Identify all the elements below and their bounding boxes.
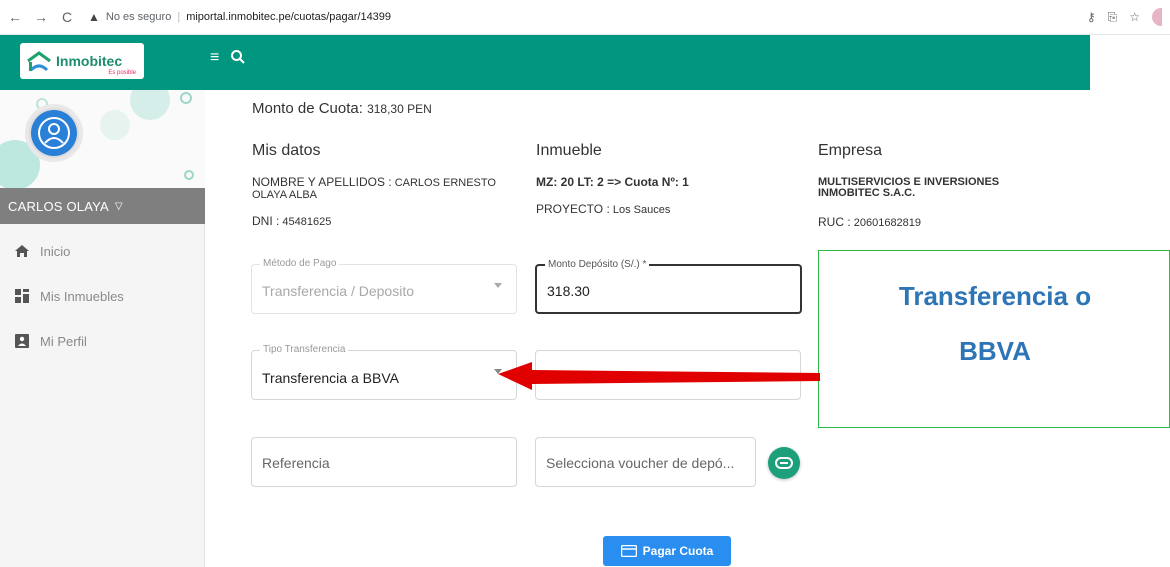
credit-card-icon <box>620 545 637 557</box>
dni-line: DNI : 45481625 <box>252 215 331 228</box>
sidebar-item-label: Inicio <box>40 243 71 259</box>
key-icon[interactable]: ⚷ <box>1087 10 1096 24</box>
chevron-down-icon: ▽ <box>114 200 123 212</box>
search-icon[interactable] <box>230 49 246 65</box>
deco-bubble <box>184 170 194 180</box>
lote-cuota: MZ: 20 LT: 2 => Cuota Nº: 1 <box>536 175 689 189</box>
brand-tagline: Es posible <box>108 70 136 76</box>
brand-name: Inmobitec <box>56 53 123 69</box>
menu-icon[interactable]: ≡ <box>210 50 224 66</box>
deco-bubble <box>130 90 170 120</box>
voucher-input[interactable]: Selecciona voucher de depó... <box>535 437 756 487</box>
tipo-transferencia-label: Tipo Transferencia <box>260 344 349 355</box>
warning-icon: ▲ <box>88 10 100 24</box>
back-icon[interactable]: ← <box>4 6 26 28</box>
grid-icon <box>14 288 30 304</box>
app-header: Inmobitec Es posible ≡ <box>0 35 1090 90</box>
empresa-name-2: INMOBITEC S.A.C. <box>818 187 916 199</box>
ruc-line: RUC : 20601682819 <box>818 216 921 229</box>
sidebar-item-label: Mi Perfil <box>40 333 87 349</box>
sidebar-item-label: Mis Inmuebles <box>40 288 124 304</box>
monto-deposito-value: 318.30 <box>547 283 590 299</box>
annotation-line-2: BBVA <box>959 336 1031 366</box>
browser-actions: ⚷ ⎘ ☆ <box>1087 8 1162 26</box>
address-bar[interactable]: ▲ No es seguro | miportal.inmobitec.pe/c… <box>88 10 391 24</box>
sidebar: CARLOS OLAYA ▽ Inicio Mis Inmuebles Mi P… <box>0 90 205 567</box>
mis-datos-title: Mis datos <box>252 142 321 159</box>
tipo-transferencia-value: Transferencia a BBVA <box>262 370 399 386</box>
user-name: CARLOS OLAYA <box>8 198 109 214</box>
reload-icon[interactable]: C <box>56 6 78 28</box>
brand-logo[interactable]: Inmobitec Es posible <box>20 43 144 79</box>
metodo-pago-label: Método de Pago <box>260 258 340 269</box>
sidebar-item-inicio[interactable]: Inicio <box>0 236 205 266</box>
annotation-arrow <box>498 362 820 390</box>
dni-value: 45481625 <box>282 216 332 228</box>
url-separator: | <box>177 11 181 23</box>
nombre-label: NOMBRE Y APELLIDOS : <box>252 175 392 189</box>
deco-bubble <box>100 110 130 140</box>
referencia-input[interactable]: Referencia <box>251 437 517 487</box>
ruc-value: 20601682819 <box>853 217 922 229</box>
metodo-pago-select[interactable]: Método de Pago Transferencia / Deposito <box>251 258 517 314</box>
proyecto-label: PROYECTO : <box>536 202 610 216</box>
caret-down-icon <box>494 283 502 288</box>
proyecto-line: PROYECTO : Los Sauces <box>536 203 670 216</box>
sidebar-item-mis-inmuebles[interactable]: Mis Inmuebles <box>0 281 205 311</box>
home-icon <box>14 243 30 259</box>
voucher-placeholder: Selecciona voucher de depó... <box>546 455 735 471</box>
nombre-line: NOMBRE Y APELLIDOS : CARLOS ERNESTO <box>252 176 496 189</box>
browser-toolbar: ← → C ▲ No es seguro | miportal.inmobite… <box>0 0 1170 35</box>
annotation-callout: Transferencia o BBVA <box>818 250 1170 428</box>
sidebar-item-mi-perfil[interactable]: Mi Perfil <box>0 326 205 356</box>
tipo-transferencia-select[interactable]: Tipo Transferencia Transferencia a BBVA <box>251 344 517 400</box>
pagar-cuota-label: Pagar Cuota <box>642 544 714 558</box>
cuota-value: 318,30 PEN <box>367 102 432 116</box>
user-icon <box>38 117 70 149</box>
annotation-text: Transferencia o BBVA <box>819 269 1170 379</box>
referencia-placeholder: Referencia <box>262 455 330 471</box>
attach-voucher-button[interactable] <box>768 447 800 479</box>
house-logo-icon <box>27 51 51 72</box>
url-text: miportal.inmobitec.pe/cuotas/pagar/14399 <box>186 11 392 23</box>
metodo-pago-value: Transferencia / Deposito <box>262 283 414 299</box>
monto-deposito-label: Monto Depósito (S/.) * <box>545 259 650 270</box>
paperclip-icon <box>775 457 793 469</box>
user-menu[interactable]: CARLOS OLAYA ▽ <box>0 188 205 224</box>
profile-card-icon <box>14 333 30 349</box>
deco-bubble <box>180 92 192 104</box>
forward-icon[interactable]: → <box>30 6 52 28</box>
avatar-frame <box>25 104 83 162</box>
empresa-title: Empresa <box>818 142 883 159</box>
insecure-label: No es seguro <box>105 11 172 23</box>
pagar-cuota-button[interactable]: Pagar Cuota <box>603 536 731 566</box>
nombre-value-1: CARLOS ERNESTO <box>394 177 496 189</box>
avatar[interactable] <box>31 110 77 156</box>
proyecto-value: Los Sauces <box>612 204 671 216</box>
star-icon[interactable]: ☆ <box>1129 10 1140 24</box>
annotation-line-1: Transferencia o <box>898 281 1092 311</box>
cuota-label: Monto de Cuota: <box>252 100 363 117</box>
inmueble-title: Inmueble <box>536 142 602 159</box>
monto-deposito-input[interactable]: Monto Depósito (S/.) * 318.30 <box>535 259 802 314</box>
profile-icon[interactable] <box>1152 8 1162 26</box>
dni-label: DNI : <box>252 214 280 228</box>
nombre-value-2: OLAYA ALBA <box>252 189 318 201</box>
cuota-amount: Monto de Cuota: 318,30 PEN <box>252 100 432 117</box>
ruc-label: RUC : <box>818 215 851 229</box>
translate-icon[interactable]: ⎘ <box>1108 10 1118 25</box>
